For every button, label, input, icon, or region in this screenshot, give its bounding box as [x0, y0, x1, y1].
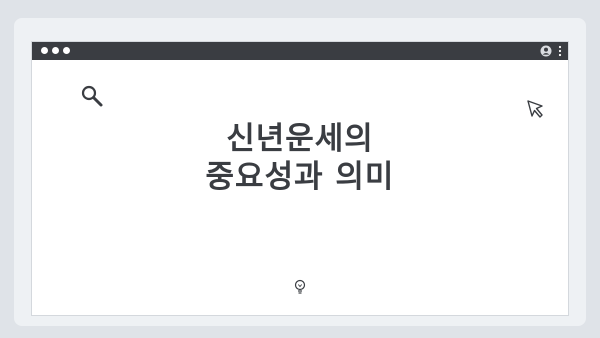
- kebab-menu-icon[interactable]: [558, 45, 562, 57]
- window-control-dot[interactable]: [52, 47, 59, 54]
- window-titlebar: [32, 42, 568, 60]
- search-icon: [81, 85, 103, 107]
- headline: 신년운세의 중요성과 의미: [32, 120, 568, 196]
- browser-window: 신년운세의 중요성과 의미: [31, 41, 569, 316]
- window-control-dot[interactable]: [41, 47, 48, 54]
- headline-line-1: 신년운세의: [226, 121, 374, 157]
- window-control-dot[interactable]: [63, 47, 70, 54]
- user-icon[interactable]: [540, 45, 552, 57]
- cursor-arrow-icon: [527, 100, 543, 118]
- window-controls: [41, 47, 70, 54]
- headline-line-2: 중요성과 의미: [205, 159, 395, 195]
- lightbulb-icon: [294, 279, 306, 294]
